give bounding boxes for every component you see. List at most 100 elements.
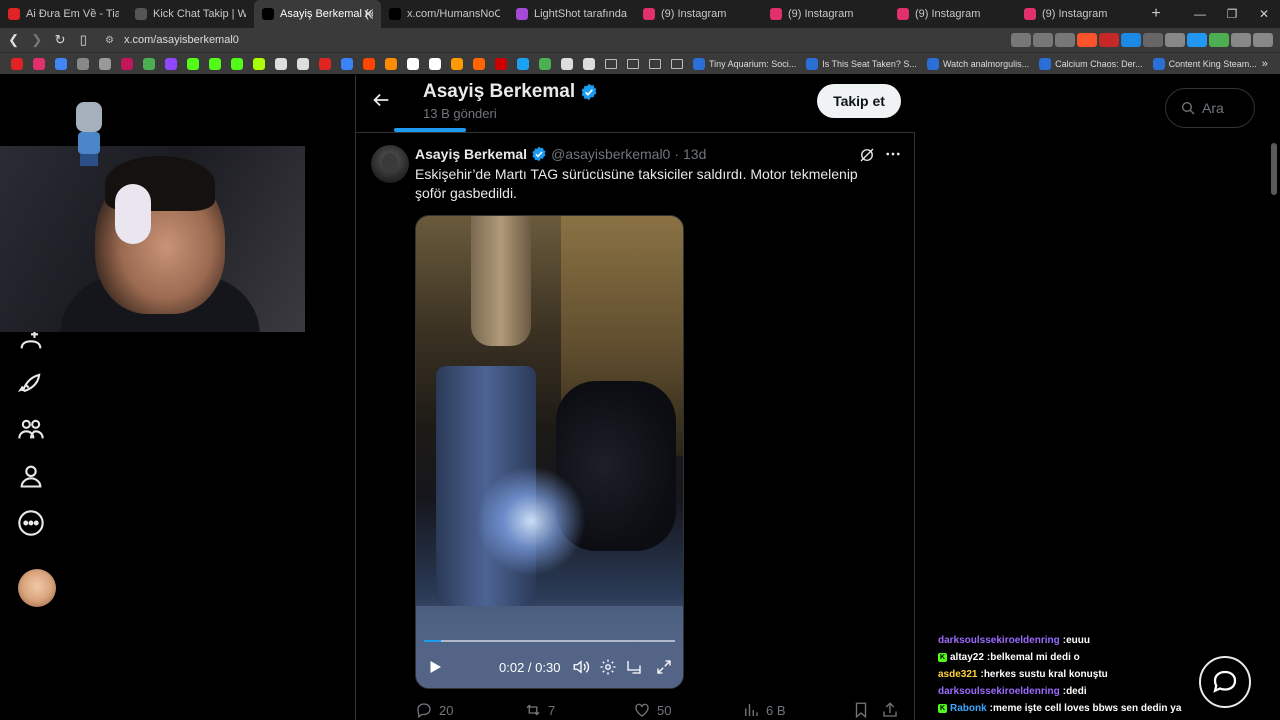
bookmark-favicon-icon[interactable] (33, 57, 45, 70)
bookmark-item[interactable]: Is This Seat Taken? S... (806, 57, 917, 70)
post-author-handle[interactable]: @asayisberkemal0 (551, 146, 670, 162)
browser-tab[interactable]: Ai Đưa Em Về - Tia ft. Lê T (0, 0, 127, 28)
bookmark-favicon-icon[interactable] (77, 57, 89, 70)
messages-button[interactable] (1199, 656, 1251, 708)
volume-icon[interactable] (572, 658, 590, 676)
search-box[interactable]: Ara (1165, 88, 1255, 128)
tab-close-icon[interactable]: ✕ (363, 7, 373, 21)
bookmark-favicon-icon[interactable] (187, 57, 199, 70)
folder-icon[interactable] (649, 58, 661, 69)
back-arrow-icon[interactable] (370, 89, 392, 111)
extension-icon[interactable] (1033, 33, 1053, 47)
extension-icon[interactable] (1011, 33, 1031, 47)
bookmark-favicon-icon[interactable] (55, 57, 67, 70)
close-window-icon[interactable]: ✕ (1248, 0, 1280, 28)
minimize-icon[interactable]: — (1184, 0, 1216, 28)
account-avatar[interactable] (18, 569, 56, 607)
extension-icon[interactable] (1055, 33, 1075, 47)
bookmark-button[interactable] (852, 701, 876, 719)
more-bookmarks-icon[interactable]: » (1262, 58, 1268, 70)
bookmark-page-icon[interactable]: ▯ (74, 32, 93, 48)
bookmark-favicon-icon[interactable] (495, 57, 507, 70)
bookmark-favicon-icon[interactable] (209, 57, 221, 70)
bookmark-item[interactable]: Tiny Aquarium: Soci... (693, 57, 796, 70)
people-icon[interactable] (17, 415, 45, 443)
extension-icon[interactable] (1143, 33, 1163, 47)
bookmark-favicon-icon[interactable] (363, 57, 375, 70)
extension-icon[interactable] (1121, 33, 1141, 47)
settings-gear-icon[interactable] (599, 658, 617, 676)
reply-button[interactable]: 20 (415, 701, 453, 719)
bookmark-favicon-icon[interactable] (561, 57, 573, 70)
forward-icon[interactable]: ❯ (27, 32, 46, 48)
video-player[interactable]: 0:02 / 0:30 (415, 215, 684, 689)
profile-icon[interactable] (17, 462, 45, 490)
folder-icon[interactable] (627, 58, 639, 69)
bookmark-favicon-icon[interactable] (451, 57, 463, 70)
browser-tab[interactable]: Kick Chat Takip | Wich (127, 0, 254, 28)
brave-shield-icon[interactable] (1077, 33, 1097, 47)
extension-icon[interactable] (1187, 33, 1207, 47)
post[interactable]: Asayiş Berkemal @asayisberkemal0 · 13d E… (356, 134, 915, 720)
bookmark-favicon-icon[interactable] (297, 57, 309, 70)
reload-icon[interactable]: ↻ (51, 32, 70, 48)
views-button[interactable]: 6 B (742, 701, 786, 719)
browser-tab[interactable]: (9) Instagram (635, 0, 762, 28)
new-tab-button[interactable]: + (1143, 5, 1169, 23)
bookmark-favicon-icon[interactable] (429, 57, 441, 70)
bookmark-favicon-icon[interactable] (319, 57, 331, 70)
bookmark-favicon-icon[interactable] (99, 57, 111, 70)
bookmark-favicon-icon[interactable] (275, 57, 287, 70)
browser-tab[interactable]: Asayiş Berkemal (@as✕ (254, 0, 381, 28)
repost-button[interactable]: 7 (524, 701, 555, 719)
browser-tab[interactable]: x.com/HumansNoContext (381, 0, 508, 28)
back-icon[interactable]: ❮ (4, 32, 23, 48)
site-settings-icon[interactable]: ⚙ (105, 35, 114, 46)
bookmark-item[interactable]: Watch analmorgulis... (926, 57, 1029, 70)
bookmark-favicon-icon[interactable] (583, 57, 595, 70)
bookmark-favicon-icon[interactable] (473, 57, 485, 70)
bookmark-favicon-icon[interactable] (165, 57, 177, 70)
more-horizontal-icon[interactable] (884, 145, 902, 163)
post-author-avatar[interactable] (371, 145, 409, 183)
bookmark-favicon-icon[interactable] (407, 57, 419, 70)
grok-icon[interactable] (858, 146, 876, 164)
menu-icon[interactable] (1253, 33, 1273, 47)
browser-tab[interactable]: (9) Instagram (889, 0, 1016, 28)
post-timestamp[interactable]: 13d (683, 146, 706, 162)
bookmark-favicon-icon[interactable] (121, 57, 133, 70)
bookmark-favicon-icon[interactable] (517, 57, 529, 70)
post-author-name[interactable]: Asayiş Berkemal (415, 146, 527, 162)
video-progress-bar[interactable] (424, 640, 675, 642)
extension-icon[interactable] (1165, 33, 1185, 47)
bookmark-favicon-icon[interactable] (231, 57, 243, 70)
browser-tab[interactable]: (9) Instagram (762, 0, 889, 28)
bookmark-favicon-icon[interactable] (341, 57, 353, 70)
share-button[interactable] (881, 701, 905, 719)
more-options-icon[interactable] (17, 509, 45, 537)
extension-icon[interactable] (1209, 33, 1229, 47)
bookmark-favicon-icon[interactable] (11, 57, 23, 70)
browser-tab[interactable]: (9) Instagram (1016, 0, 1143, 28)
bookmark-favicon-icon[interactable] (539, 57, 551, 70)
browser-tab[interactable]: LightShot tarafından Ekran (508, 0, 635, 28)
bookmark-item[interactable]: Calcium Chaos: Der... (1039, 57, 1143, 70)
bookmark-favicon-icon[interactable] (385, 57, 397, 70)
scroll-thumb[interactable] (1271, 143, 1277, 195)
bookmark-favicon-icon[interactable] (253, 57, 265, 70)
bookmark-item[interactable]: Content King Steam... (1152, 57, 1257, 70)
page-scrollbar[interactable] (1268, 75, 1280, 720)
play-icon[interactable] (426, 658, 444, 676)
fullscreen-icon[interactable] (655, 658, 673, 676)
rocket-icon[interactable] (17, 369, 45, 397)
folder-icon[interactable] (605, 58, 617, 69)
like-button[interactable]: 50 (633, 701, 671, 719)
follow-button[interactable]: Takip et (817, 84, 901, 118)
extensions-puzzle-icon[interactable] (1231, 33, 1251, 47)
pip-icon[interactable] (625, 658, 643, 676)
address-bar[interactable]: ⚙ x.com/asayisberkemal0 (105, 30, 1010, 50)
restore-icon[interactable]: ❐ (1216, 0, 1248, 28)
bookmark-favicon-icon[interactable] (143, 57, 155, 70)
folder-icon[interactable] (671, 58, 683, 69)
extension-icon[interactable] (1099, 33, 1119, 47)
